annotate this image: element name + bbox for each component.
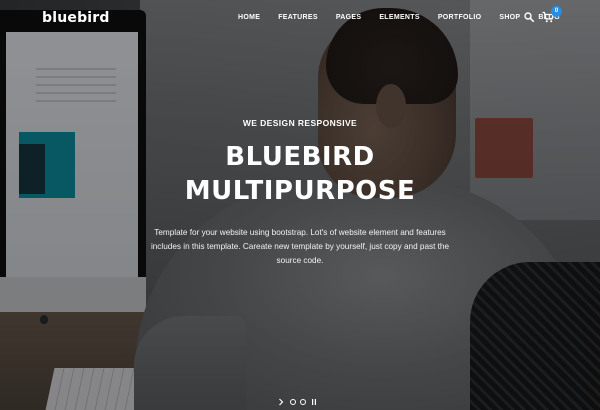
headline-line-1: BLUEBIRD — [225, 142, 375, 172]
main-menu: HOME FEATURES PAGES ELEMENTS PORTFOLIO S… — [238, 14, 560, 21]
navbar: bluebird HOME FEATURES PAGES ELEMENTS PO… — [0, 0, 600, 40]
nav-item-elements[interactable]: ELEMENTS — [379, 14, 420, 21]
hero-headline: BLUEBIRD MULTIPURPOSE — [0, 140, 600, 208]
site-logo[interactable]: bluebird — [42, 10, 110, 26]
nav-item-shop[interactable]: SHOP — [499, 14, 520, 21]
nav-item-features[interactable]: FEATURES — [278, 14, 318, 21]
arrow-right-icon[interactable] — [278, 398, 284, 406]
slider-controls — [278, 398, 328, 406]
nav-item-home[interactable]: HOME — [238, 14, 260, 21]
pause-icon[interactable] — [311, 398, 317, 406]
hero-description: Template for your website using bootstra… — [150, 228, 450, 265]
nav-item-portfolio[interactable]: PORTFOLIO — [438, 14, 482, 21]
headline-line-2: MULTIPURPOSE — [184, 176, 416, 206]
slider-dot-1[interactable] — [290, 399, 296, 405]
hero-eyebrow: WE DESIGN RESPONSIVE — [242, 118, 358, 128]
search-icon[interactable] — [524, 12, 534, 22]
nav-item-pages[interactable]: PAGES — [336, 14, 362, 21]
cart-count-badge: 0 — [551, 6, 562, 17]
slider-dot-2[interactable] — [300, 399, 306, 405]
